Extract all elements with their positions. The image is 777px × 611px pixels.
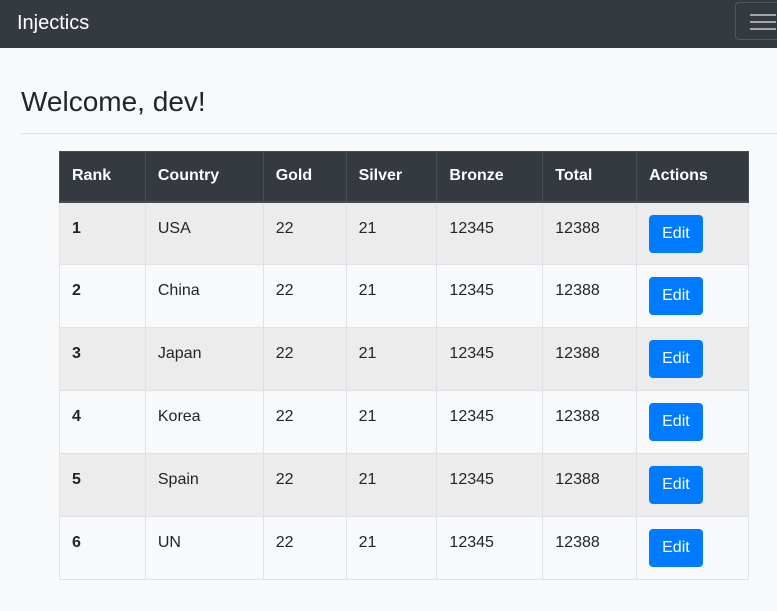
edit-button[interactable]: Edit [649,340,703,378]
cell-rank: 2 [59,264,146,328]
column-header-actions: Actions [636,151,749,203]
divider [21,133,777,134]
cell-actions: Edit [636,264,749,328]
column-header-rank: Rank [59,151,146,203]
edit-button[interactable]: Edit [649,214,703,253]
cell-rank: 5 [59,453,146,517]
cell-total: 12388 [542,201,638,265]
edit-button[interactable]: Edit [649,529,703,567]
cell-silver: 21 [345,390,438,454]
table-row: 5 Spain 22 21 12345 12388 Edit [59,453,749,517]
cell-bronze: 12345 [436,453,544,517]
cell-total: 12388 [542,390,638,454]
cell-bronze: 12345 [436,327,544,391]
cell-silver: 21 [345,327,438,391]
page-title: Welcome, dev! [21,86,206,117]
cell-actions: Edit [636,327,749,391]
table-row: 6 UN 22 21 12345 12388 Edit [59,516,749,580]
table-row: 1 USA 22 21 12345 12388 Edit [59,201,749,265]
navbar-brand[interactable]: Injectics [17,10,89,36]
cell-gold: 22 [262,327,347,391]
cell-bronze: 12345 [436,516,544,580]
cell-country: UN [144,516,264,580]
top-navbar: Injectics [0,0,777,48]
cell-bronze: 12345 [436,390,544,454]
hamburger-menu-icon [750,13,776,31]
table-header-row: Rank Country Gold Silver Bronze Total Ac… [59,151,749,203]
cell-actions: Edit [636,201,749,265]
table-row: 2 China 22 21 12345 12388 Edit [59,264,749,328]
cell-rank: 4 [59,390,146,454]
cell-gold: 22 [262,390,347,454]
column-header-bronze: Bronze [436,151,544,203]
cell-total: 12388 [542,516,638,580]
table-row: 3 Japan 22 21 12345 12388 Edit [59,327,749,391]
column-header-country: Country [144,151,264,203]
cell-total: 12388 [542,453,638,517]
cell-bronze: 12345 [436,264,544,328]
edit-button[interactable]: Edit [649,403,703,441]
cell-gold: 22 [262,516,347,580]
cell-actions: Edit [636,453,749,517]
cell-total: 12388 [542,327,638,391]
column-header-gold: Gold [262,151,347,203]
cell-country: Spain [144,453,264,517]
table-row: 4 Korea 22 21 12345 12388 Edit [59,390,749,454]
cell-gold: 22 [262,264,347,328]
cell-gold: 22 [262,453,347,517]
cell-silver: 21 [345,201,438,265]
cell-rank: 3 [59,327,146,391]
cell-bronze: 12345 [436,201,544,265]
cell-country: China [144,264,264,328]
cell-rank: 1 [59,201,146,265]
cell-actions: Edit [636,516,749,580]
edit-button[interactable]: Edit [649,277,703,315]
cell-silver: 21 [345,264,438,328]
medal-table: Rank Country Gold Silver Bronze Total Ac… [59,151,749,580]
cell-gold: 22 [262,201,347,265]
navbar-toggler-button[interactable] [735,2,777,40]
cell-silver: 21 [345,453,438,517]
cell-country: USA [144,201,264,265]
cell-country: Korea [144,390,264,454]
cell-rank: 6 [59,516,146,580]
cell-total: 12388 [542,264,638,328]
column-header-silver: Silver [345,151,438,203]
cell-silver: 21 [345,516,438,580]
cell-actions: Edit [636,390,749,454]
edit-button[interactable]: Edit [649,466,703,504]
cell-country: Japan [144,327,264,391]
column-header-total: Total [542,151,638,203]
